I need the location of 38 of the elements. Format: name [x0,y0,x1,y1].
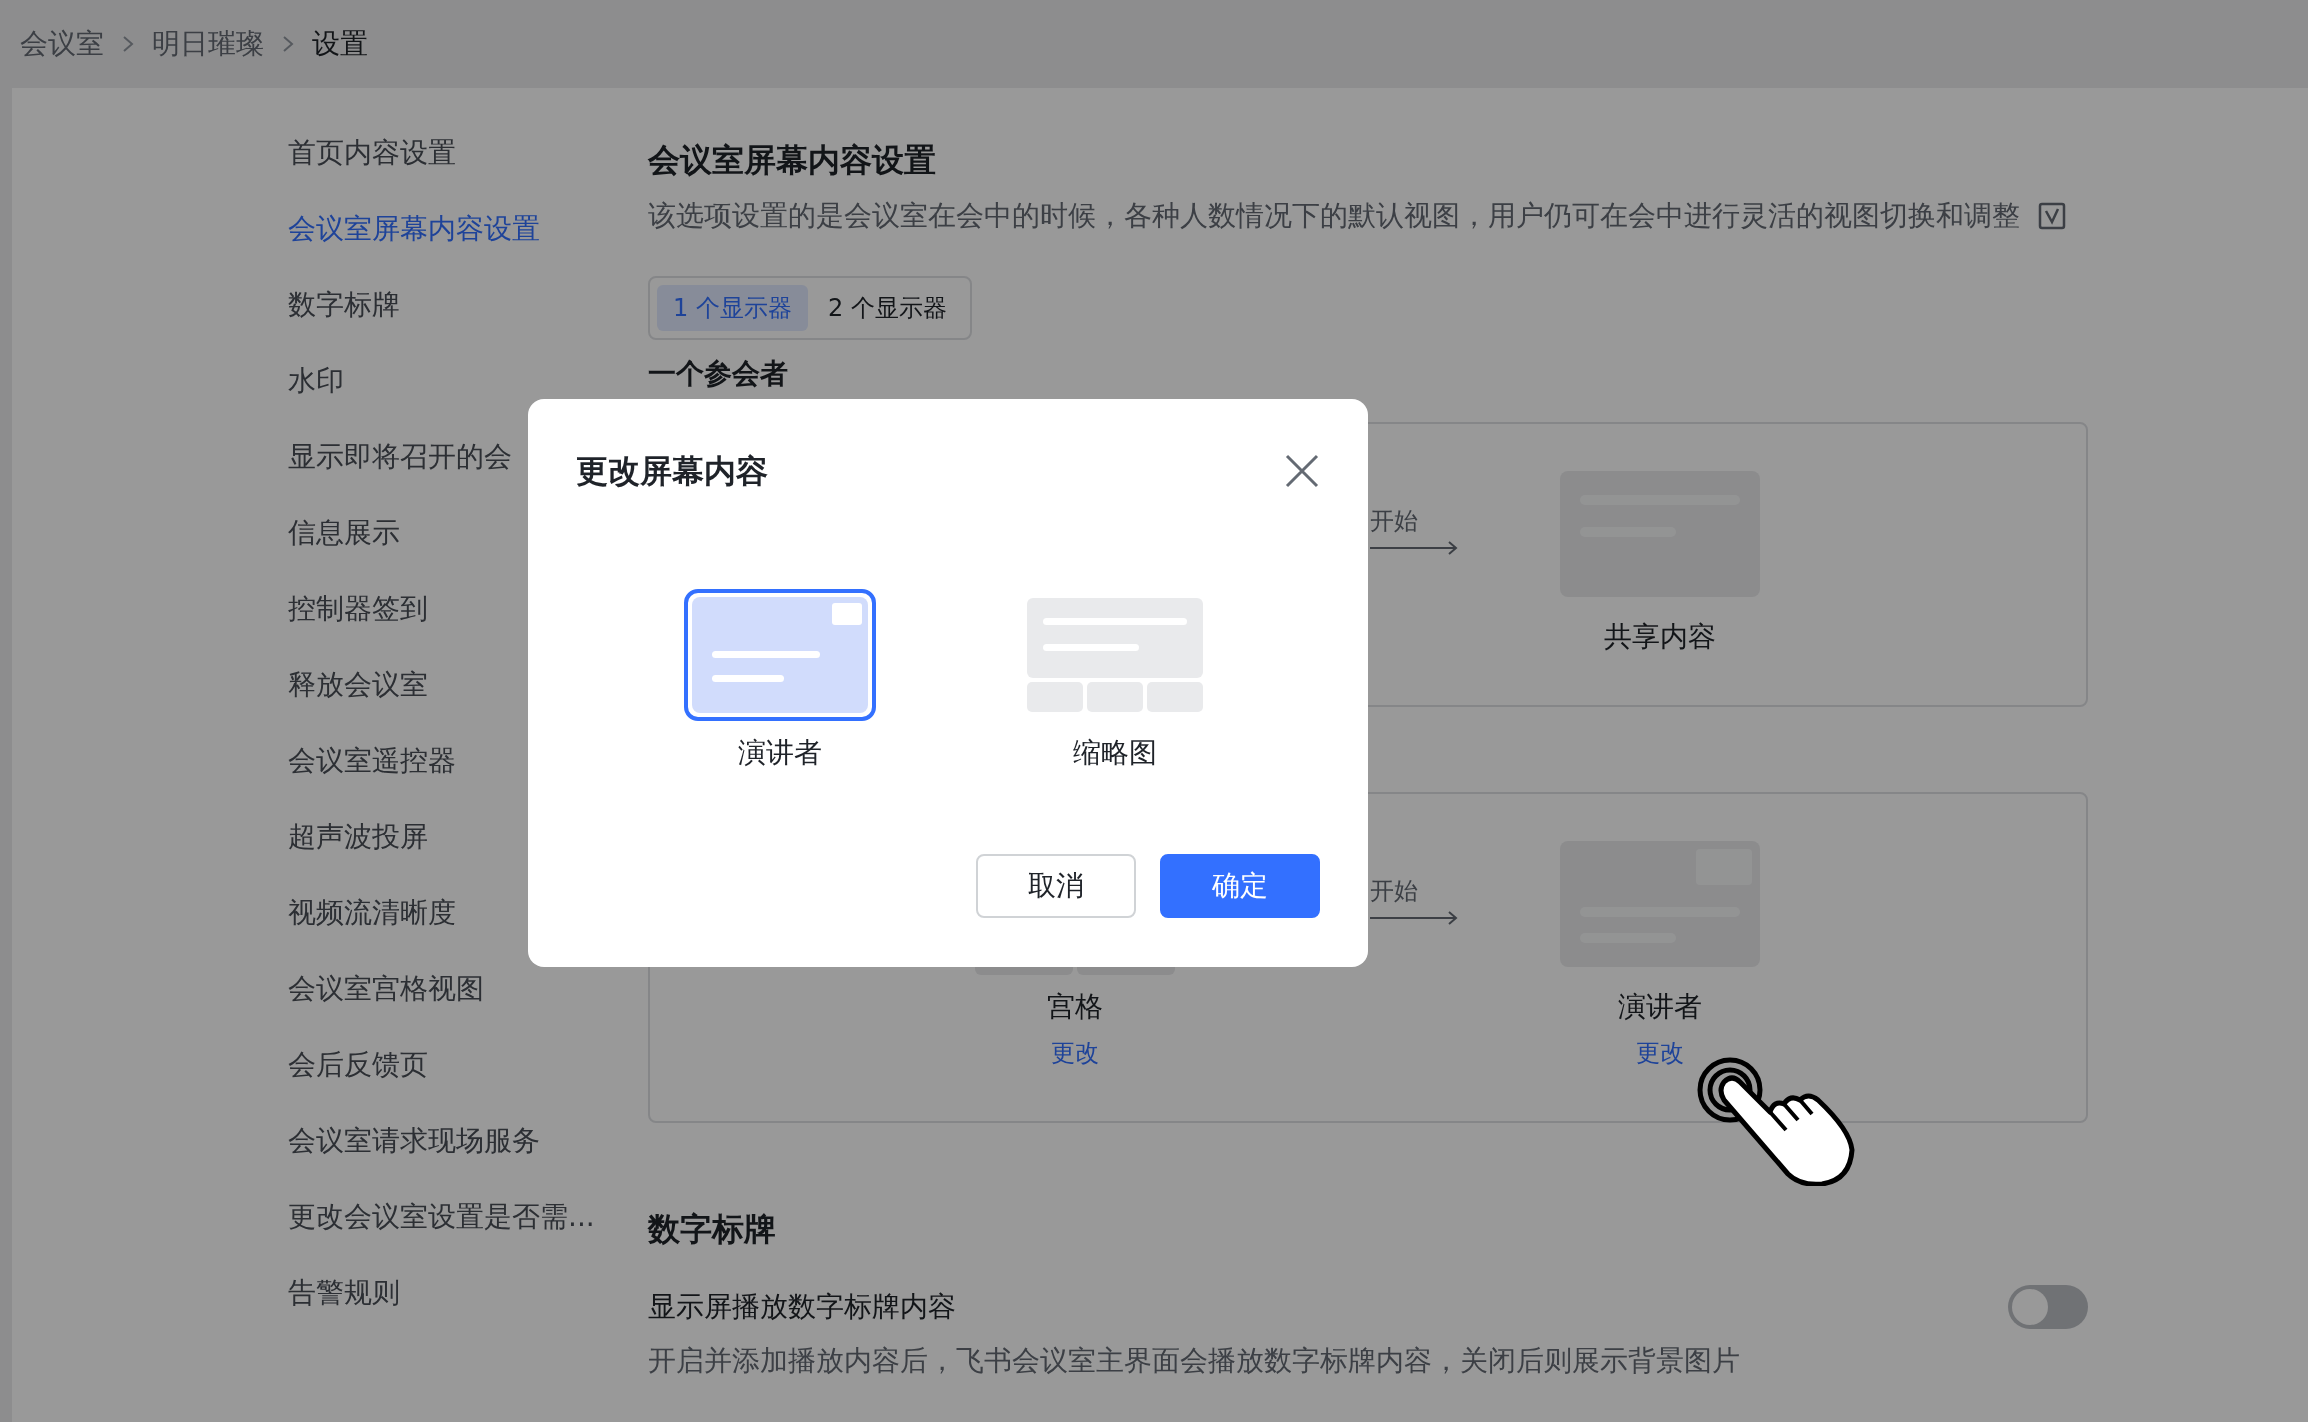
close-icon[interactable] [1284,453,1320,489]
monitor-tab[interactable]: 1 个显示器 [657,285,808,331]
sidebar-item[interactable]: 会后反馈页 [288,1027,648,1103]
cancel-button[interactable]: 取消 [976,854,1136,918]
breadcrumb-link[interactable]: 明日璀璨 [152,25,264,63]
setting-label: 显示屏播放数字标牌内容 [648,1289,956,1325]
change-link[interactable]: 更改 [1636,1033,1684,1073]
layout-label: 演讲者 [1618,989,1702,1025]
layout-label: 共享内容 [1604,619,1716,655]
transition-label: 开始 [1370,876,1418,907]
section-title: 会议室屏幕内容设置 [648,140,937,181]
dialog-title: 更改屏幕内容 [576,451,768,492]
subsection-title: 一个参会者 [648,356,789,392]
sidebar-item[interactable]: 会议室屏幕内容设置 [288,191,648,267]
check-square-icon [2038,202,2066,230]
sidebar-item[interactable]: 数字标牌 [288,267,648,343]
toggle-switch[interactable] [2008,1285,2088,1329]
sidebar-item[interactable]: 会议室请求现场服务 [288,1103,648,1179]
sidebar-item[interactable]: 告警规则 [288,1255,648,1331]
arrow-icon [1370,911,1458,925]
monitor-tab[interactable]: 2 个显示器 [811,285,963,331]
transition-label: 开始 [1370,506,1418,537]
presenter-layout-option[interactable] [682,587,878,723]
option-label: 缩略图 [1073,735,1157,771]
section-description: 该选项设置的是会议室在会中的时候，各种人数情况下的默认视图，用户仍可在会中进行灵活的视图切换和调整 [648,198,2020,234]
sidebar-item[interactable]: 首页内容设置 [288,115,648,191]
option-label: 演讲者 [738,735,822,771]
sidebar-item[interactable]: 水印 [288,343,648,419]
breadcrumb-link[interactable]: 设置 [312,25,368,63]
confirm-button[interactable]: 确定 [1160,854,1320,918]
change-link[interactable]: 更改 [1051,1033,1099,1073]
sidebar-item[interactable]: 更改会议室设置是否需... [288,1179,648,1255]
section-title: 数字标牌 [648,1209,777,1250]
breadcrumb-link[interactable]: 会议室 [20,25,104,63]
arrow-icon [1370,541,1458,555]
setting-description: 开启并添加播放内容后，飞书会议室主界面会播放数字标牌内容，关闭后则展示背景图片 [648,1343,1741,1379]
layout-label: 宫格 [1047,989,1103,1025]
sidebar-item[interactable]: 会议室宫格视图 [288,951,648,1027]
